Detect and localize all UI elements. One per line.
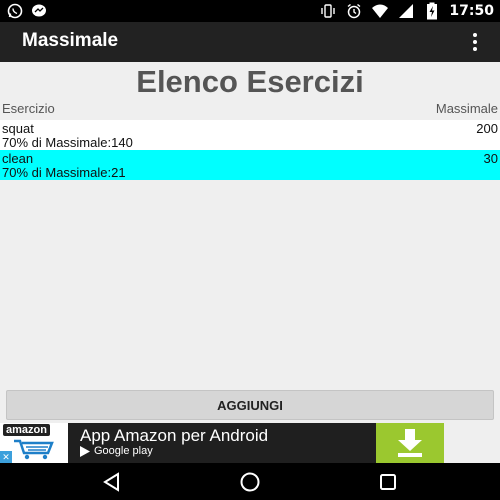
add-button[interactable]: AGGIUNGI bbox=[6, 390, 494, 420]
status-time: 17:50 bbox=[449, 3, 494, 19]
back-icon[interactable] bbox=[72, 463, 152, 500]
ad-info-icon[interactable]: ✕ bbox=[0, 451, 12, 463]
messenger-icon bbox=[30, 2, 48, 20]
exercise-row-squat[interactable]: squat 200 70% di Massimale:140 bbox=[0, 120, 500, 150]
ad-store-label: Google play bbox=[94, 445, 153, 457]
google-play-icon bbox=[80, 445, 90, 457]
exercise-name: squat bbox=[2, 121, 34, 136]
page-title: Elenco Esercizi bbox=[136, 64, 364, 99]
ad-spacer bbox=[444, 423, 500, 463]
header-exercise: Esercizio bbox=[2, 101, 55, 116]
overflow-menu-icon[interactable] bbox=[472, 33, 478, 51]
percentage-label: 70% di Massimale: bbox=[2, 135, 112, 150]
wifi-icon bbox=[371, 2, 389, 20]
ad-headline: App Amazon per Android bbox=[80, 426, 269, 445]
alarm-icon bbox=[345, 2, 363, 20]
percentage-label: 70% di Massimale: bbox=[2, 165, 112, 180]
download-icon bbox=[398, 429, 422, 457]
ad-store: Google play bbox=[80, 445, 153, 457]
vibrate-icon bbox=[319, 2, 337, 20]
download-button[interactable] bbox=[376, 423, 444, 463]
exercise-percentage: 70% di Massimale:21 bbox=[2, 165, 126, 180]
percentage-value: 21 bbox=[111, 165, 126, 180]
header-max: Massimale bbox=[435, 101, 498, 116]
exercise-name: clean bbox=[2, 151, 34, 166]
recents-icon[interactable] bbox=[348, 463, 428, 500]
app-bar: Massimale bbox=[0, 22, 500, 62]
percentage-value: 140 bbox=[111, 135, 133, 150]
exercise-percentage: 70% di Massimale:140 bbox=[2, 135, 133, 150]
signal-icon bbox=[397, 2, 415, 20]
ad-banner[interactable]: amazon ✕ App Amazon per Android Google p… bbox=[0, 423, 500, 463]
ad-body[interactable]: App Amazon per Android Google play bbox=[68, 423, 376, 463]
exercise-max: 30 bbox=[483, 151, 498, 166]
amazon-logo-text: amazon bbox=[3, 424, 50, 436]
app-title: Massimale bbox=[22, 30, 119, 51]
battery-charging-icon bbox=[423, 2, 441, 20]
exercise-row-clean[interactable]: clean 30 70% di Massimale:21 bbox=[0, 150, 500, 180]
list-header: Esercizio Massimale bbox=[0, 101, 500, 119]
status-bar: 17:50 bbox=[0, 0, 500, 22]
exercise-max: 200 bbox=[476, 121, 498, 136]
amazon-logo: amazon ✕ bbox=[0, 423, 69, 463]
home-icon[interactable] bbox=[210, 463, 290, 500]
exercise-list: squat 200 70% di Massimale:140 clean 30 … bbox=[0, 120, 500, 180]
shopping-cart-icon bbox=[14, 439, 54, 460]
whatsapp-icon bbox=[6, 2, 24, 20]
navigation-bar bbox=[0, 463, 500, 500]
